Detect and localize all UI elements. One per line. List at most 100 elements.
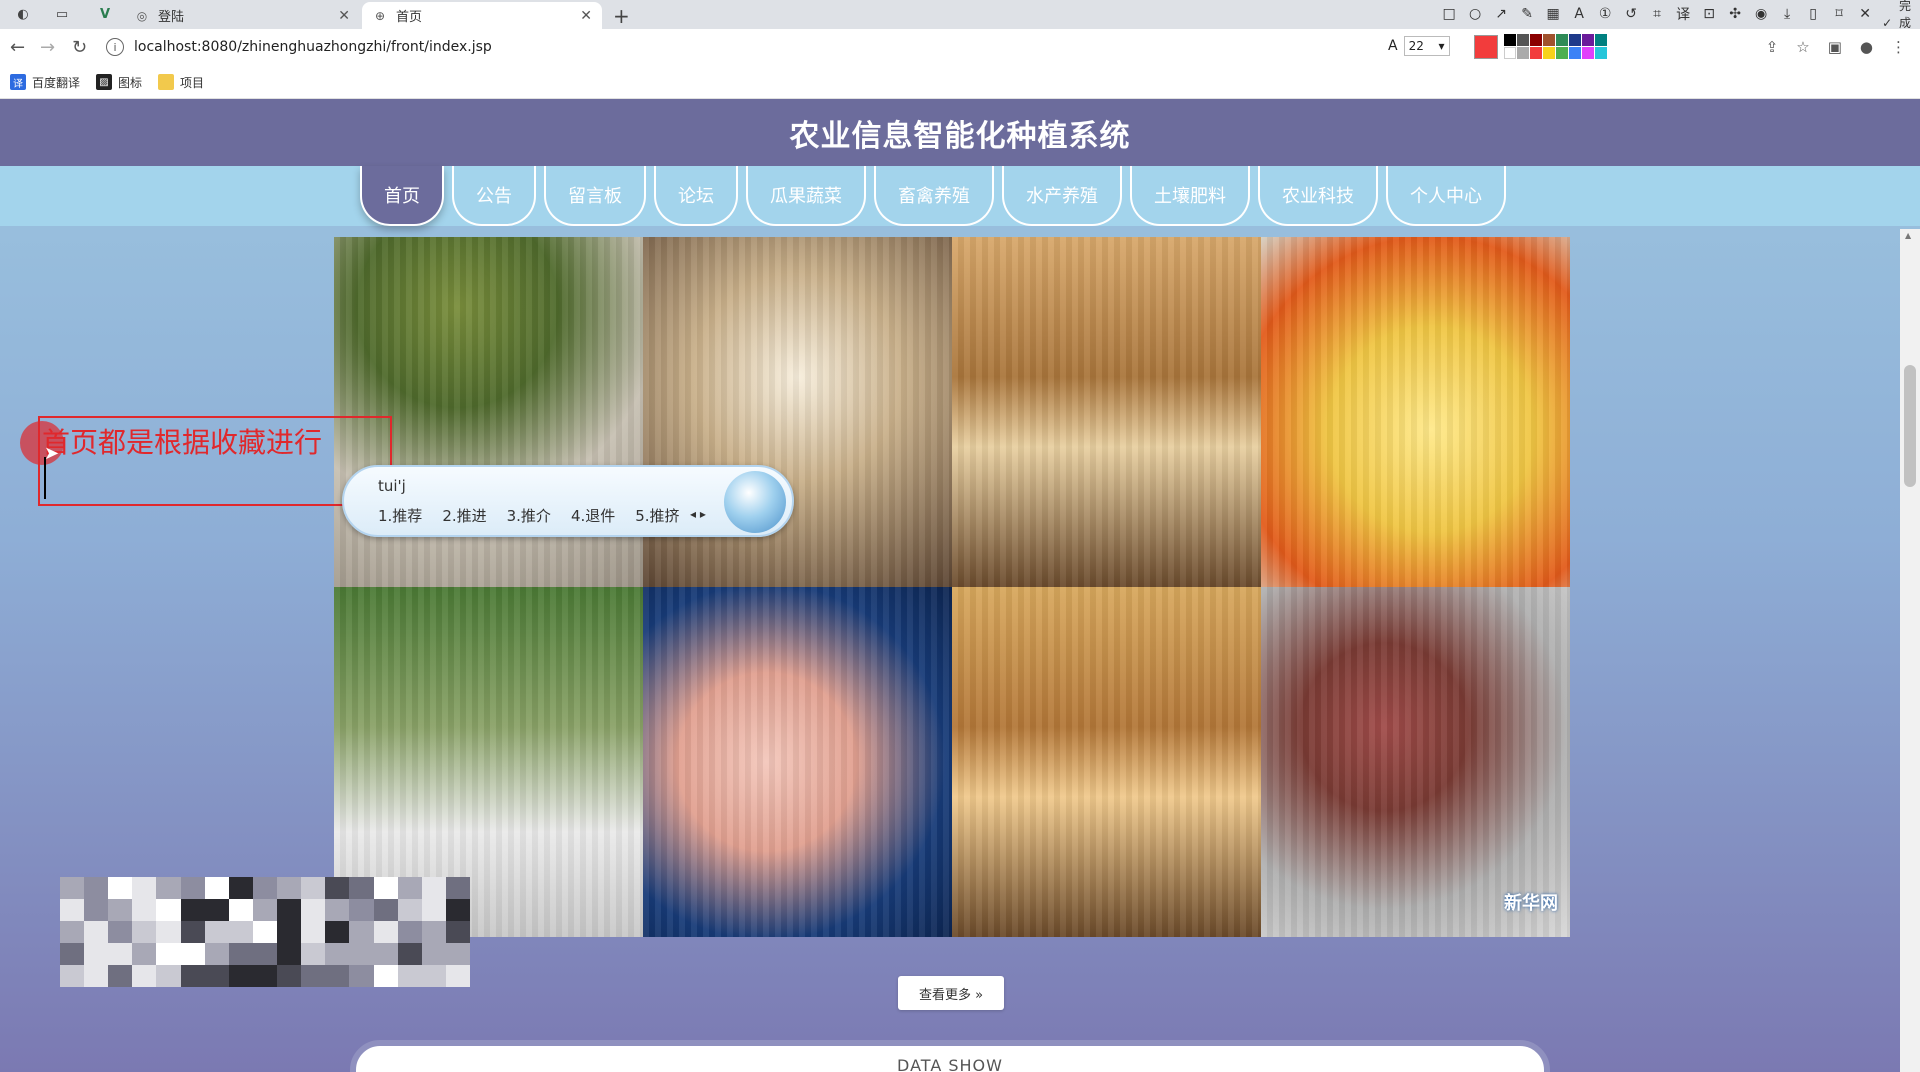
color-swatch[interactable] xyxy=(1582,34,1594,46)
nav-item-message-board[interactable]: 留言板 xyxy=(544,166,646,226)
color-swatch[interactable] xyxy=(1543,47,1555,59)
pin-icon[interactable]: ✣ xyxy=(1726,6,1744,22)
ocr-icon[interactable]: ⊡ xyxy=(1700,6,1718,22)
url-field[interactable]: i localhost:8080/zhinenghuazhongzhi/fron… xyxy=(106,33,1356,61)
selected-color-swatch[interactable] xyxy=(1474,35,1498,59)
nav-item-forum[interactable]: 论坛 xyxy=(654,166,738,226)
recommend-gallery: 新华网 xyxy=(334,237,1570,937)
menu-icon[interactable]: ⋮ xyxy=(1891,38,1906,56)
mosaic-cell xyxy=(325,899,350,921)
close-icon[interactable]: ✕ xyxy=(338,8,350,24)
ime-page-arrows-icon[interactable]: ◂ ▸ xyxy=(690,507,706,521)
mosaic-cell xyxy=(301,943,326,965)
gallery-photo-coop-aisle[interactable] xyxy=(952,237,1261,587)
page-scrollbar[interactable]: ▲ xyxy=(1900,229,1920,1072)
mosaic-cell xyxy=(421,965,446,987)
nav-item-aquaculture[interactable]: 水产养殖 xyxy=(1002,166,1122,226)
color-swatch[interactable] xyxy=(1595,34,1607,46)
blank-tab-icon[interactable]: ▭ xyxy=(44,3,80,25)
annotation-text: 首页都是根据收藏进行 xyxy=(42,426,323,459)
color-swatch[interactable] xyxy=(1517,34,1529,46)
font-size-select[interactable]: 22 ▾ xyxy=(1403,36,1450,56)
nav-item-personal-center[interactable]: 个人中心 xyxy=(1386,166,1506,226)
color-swatch[interactable] xyxy=(1569,47,1581,59)
color-swatch[interactable] xyxy=(1504,47,1516,59)
mosaic-cell xyxy=(373,877,398,899)
undo-icon[interactable]: ↺ xyxy=(1622,6,1640,22)
color-swatch[interactable] xyxy=(1556,47,1568,59)
close-icon[interactable]: ✕ xyxy=(580,8,592,24)
share-icon[interactable]: ⇪ xyxy=(1766,38,1779,56)
profile-icon[interactable]: ● xyxy=(1860,38,1873,56)
close-icon[interactable]: ✕ xyxy=(1856,6,1874,22)
ime-candidate[interactable]: 4.退件 xyxy=(571,505,615,526)
screenshot-toolbar: □ ○ ↗ ✎ ▦ A ① ↺ ⌗ 译 ⊡ ✣ ◉ ⤓ ▯ ⌑ ✕ ✓ 完成 xyxy=(1440,0,1914,30)
nav-item-home[interactable]: 首页 xyxy=(360,166,444,226)
ime-candidate[interactable]: 2.推进 xyxy=(442,505,486,526)
mosaic-cell xyxy=(228,965,253,987)
number-icon[interactable]: ① xyxy=(1596,6,1614,22)
bookmark-baidu-translate[interactable]: 译 百度翻译 xyxy=(10,74,80,91)
text-icon[interactable]: A xyxy=(1570,6,1588,22)
chrome-menu-icon[interactable]: ◐ xyxy=(8,3,38,25)
pen-icon[interactable]: ✎ xyxy=(1518,6,1536,22)
color-swatch[interactable] xyxy=(1504,34,1516,46)
mosaic-cell xyxy=(204,965,229,987)
rectangle-icon[interactable]: □ xyxy=(1440,6,1458,22)
mosaic-icon[interactable]: ▦ xyxy=(1544,6,1562,22)
record-icon[interactable]: ◉ xyxy=(1752,6,1770,22)
vue-tab-icon[interactable]: V xyxy=(90,3,120,25)
gallery-photo-cage-house[interactable] xyxy=(952,587,1261,937)
view-more-button[interactable]: 查看更多 » xyxy=(898,976,1004,1010)
done-button[interactable]: ✓ 完成 xyxy=(1882,0,1914,31)
ime-candidate[interactable]: 3.推介 xyxy=(507,505,551,526)
color-swatch[interactable] xyxy=(1517,47,1529,59)
ime-candidates: 1.推荐 2.推进 3.推介 4.退件 5.推挤 xyxy=(378,505,680,526)
bookmark-project[interactable]: 项目 xyxy=(158,74,204,91)
nav-item-soil-fertilizer[interactable]: 土壤肥料 xyxy=(1130,166,1250,226)
tab-login[interactable]: ◎ 登陆 ✕ xyxy=(124,2,360,29)
crop-icon[interactable]: ⌗ xyxy=(1648,6,1666,22)
color-swatch[interactable] xyxy=(1569,34,1581,46)
mosaic-cell xyxy=(108,943,133,965)
tab-home[interactable]: ⊕ 首页 ✕ xyxy=(362,2,602,29)
forward-icon[interactable]: → xyxy=(40,37,55,58)
color-swatch[interactable] xyxy=(1543,34,1555,46)
download-icon[interactable]: ⤓ xyxy=(1778,6,1796,22)
color-swatch[interactable] xyxy=(1582,47,1594,59)
reload-icon[interactable]: ↻ xyxy=(72,37,87,58)
gallery-photo-piglets[interactable] xyxy=(643,587,952,937)
color-swatch[interactable] xyxy=(1595,47,1607,59)
gallery-photo-hens[interactable]: 新华网 xyxy=(1261,587,1570,937)
main-nav: 首页 公告 留言板 论坛 瓜果蔬菜 畜禽养殖 水产养殖 土壤肥料 农业科技 个人… xyxy=(360,166,1514,226)
scroll-up-icon[interactable]: ▲ xyxy=(1905,231,1911,240)
color-swatch[interactable] xyxy=(1530,47,1542,59)
back-icon[interactable]: ← xyxy=(10,37,25,58)
mosaic-cell xyxy=(277,877,302,899)
color-swatch[interactable] xyxy=(1530,34,1542,46)
mosaic-cell xyxy=(228,921,253,943)
bookmark-icon[interactable]: ⌑ xyxy=(1830,6,1848,22)
translate-icon[interactable]: 译 xyxy=(1674,4,1692,24)
ime-candidate[interactable]: 5.推挤 xyxy=(635,505,679,526)
phone-icon[interactable]: ▯ xyxy=(1804,6,1822,22)
nav-item-agri-tech[interactable]: 农业科技 xyxy=(1258,166,1378,226)
info-icon[interactable]: i xyxy=(106,38,124,56)
nav-item-livestock[interactable]: 畜禽养殖 xyxy=(874,166,994,226)
scroll-thumb[interactable] xyxy=(1904,365,1916,487)
mosaic-cell xyxy=(180,877,205,899)
circle-icon[interactable]: ○ xyxy=(1466,6,1484,22)
nav-item-notice[interactable]: 公告 xyxy=(452,166,536,226)
mosaic-cell xyxy=(84,921,109,943)
ime-candidate[interactable]: 1.推荐 xyxy=(378,505,422,526)
mosaic-cell xyxy=(156,943,181,965)
new-tab-icon[interactable]: + xyxy=(613,4,630,28)
mosaic-cell xyxy=(132,965,157,987)
nav-item-fruits-vegetables[interactable]: 瓜果蔬菜 xyxy=(746,166,866,226)
star-icon[interactable]: ☆ xyxy=(1796,38,1809,56)
arrow-icon[interactable]: ↗ xyxy=(1492,6,1510,22)
color-swatch[interactable] xyxy=(1556,34,1568,46)
sidebar-icon[interactable]: ▣ xyxy=(1828,38,1842,56)
bookmark-icons[interactable]: ▨ 图标 xyxy=(96,74,142,91)
gallery-photo-chicks[interactable] xyxy=(1261,237,1570,587)
